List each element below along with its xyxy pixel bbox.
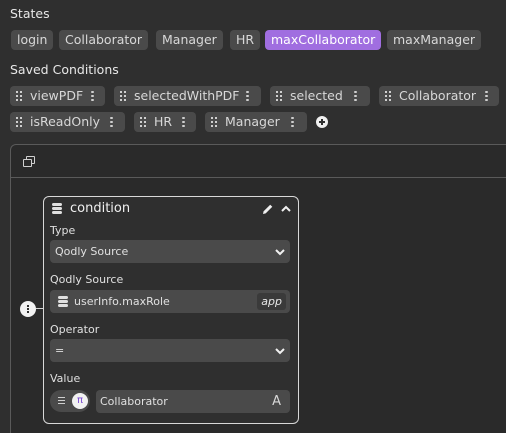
node-options-icon[interactable] bbox=[20, 301, 36, 317]
type-label: Type bbox=[50, 224, 76, 237]
chevron-down-icon bbox=[275, 249, 285, 256]
saved-condition-label: selectedWithPDF bbox=[134, 88, 240, 103]
drag-handle-icon[interactable] bbox=[16, 91, 24, 101]
saved-condition-selectedwithpdf[interactable]: selectedWithPDF bbox=[114, 86, 261, 106]
condition-card-header: condition bbox=[44, 197, 298, 221]
state-chip-login[interactable]: login bbox=[11, 30, 54, 50]
value-input-text: Collaborator bbox=[100, 395, 168, 408]
saved-condition-hr[interactable]: HR bbox=[134, 112, 196, 132]
state-chip-hr[interactable]: HR bbox=[230, 30, 261, 50]
drag-handle-icon[interactable] bbox=[385, 91, 393, 101]
drag-handle-icon[interactable] bbox=[211, 117, 219, 127]
state-chip-collaborator[interactable]: Collaborator bbox=[59, 30, 149, 50]
saved-condition-selected[interactable]: selected bbox=[270, 86, 370, 106]
type-select-value: Qodly Source bbox=[55, 245, 129, 258]
qodly-source-field[interactable]: userInfo.maxRole app bbox=[50, 290, 290, 313]
saved-condition-manager[interactable]: Manager bbox=[205, 112, 307, 132]
chevron-down-icon bbox=[275, 348, 285, 355]
saved-condition-label: Collaborator bbox=[399, 88, 477, 103]
drag-handle-icon[interactable] bbox=[276, 91, 284, 101]
condition-card: condition Type Qodly Source Qodly Source… bbox=[43, 196, 299, 424]
saved-condition-label: viewPDF bbox=[30, 88, 84, 103]
saved-condition-label: selected bbox=[290, 88, 343, 103]
value-mode-toggle[interactable]: π bbox=[50, 390, 90, 412]
more-options-icon[interactable] bbox=[291, 117, 294, 127]
operator-select-value: = bbox=[55, 344, 65, 357]
operator-label: Operator bbox=[50, 323, 100, 336]
text-type-icon[interactable]: A bbox=[272, 390, 281, 413]
saved-condition-label: isReadOnly bbox=[30, 114, 101, 129]
state-chip-manager[interactable]: Manager bbox=[156, 30, 223, 50]
operator-select[interactable]: = bbox=[50, 339, 290, 362]
more-options-icon[interactable] bbox=[485, 91, 488, 101]
saved-condition-collaborator[interactable]: Collaborator bbox=[379, 86, 499, 106]
add-condition-icon[interactable] bbox=[316, 116, 328, 128]
condition-title: condition bbox=[70, 201, 131, 216]
canvas-toolbar bbox=[11, 145, 506, 178]
drag-handle-icon[interactable] bbox=[140, 117, 148, 127]
pencil-icon[interactable] bbox=[262, 203, 274, 215]
database-icon bbox=[52, 203, 62, 215]
saved-condition-label: Manager bbox=[225, 114, 280, 129]
saved-condition-label: HR bbox=[154, 114, 173, 129]
qodly-source-value: userInfo.maxRole bbox=[74, 295, 170, 308]
state-chip-maxmanager[interactable]: maxManager bbox=[387, 30, 482, 50]
more-options-icon[interactable] bbox=[182, 117, 185, 127]
saved-condition-viewpdf[interactable]: viewPDF bbox=[10, 86, 105, 106]
saved-condition-isreadonly[interactable]: isReadOnly bbox=[10, 112, 125, 132]
source-label: Qodly Source bbox=[50, 273, 124, 286]
saved-conditions-heading: Saved Conditions bbox=[10, 62, 119, 77]
value-label: Value bbox=[50, 372, 81, 385]
more-options-icon[interactable] bbox=[91, 91, 94, 101]
states-heading: States bbox=[10, 6, 50, 21]
database-icon bbox=[58, 296, 68, 308]
state-chip-maxcollaborator[interactable]: maxCollaborator bbox=[265, 30, 382, 50]
more-options-icon[interactable] bbox=[246, 91, 249, 101]
layers-icon[interactable] bbox=[23, 156, 35, 168]
source-scope-badge: app bbox=[257, 293, 286, 310]
more-options-icon[interactable] bbox=[354, 91, 357, 101]
type-select[interactable]: Qodly Source bbox=[50, 240, 290, 263]
drag-handle-icon[interactable] bbox=[16, 117, 24, 127]
chevron-up-icon[interactable] bbox=[280, 203, 292, 215]
value-input[interactable]: Collaborator A bbox=[96, 390, 290, 413]
more-options-icon[interactable] bbox=[110, 117, 113, 127]
pi-icon: π bbox=[72, 393, 88, 409]
drag-handle-icon[interactable] bbox=[120, 91, 128, 101]
